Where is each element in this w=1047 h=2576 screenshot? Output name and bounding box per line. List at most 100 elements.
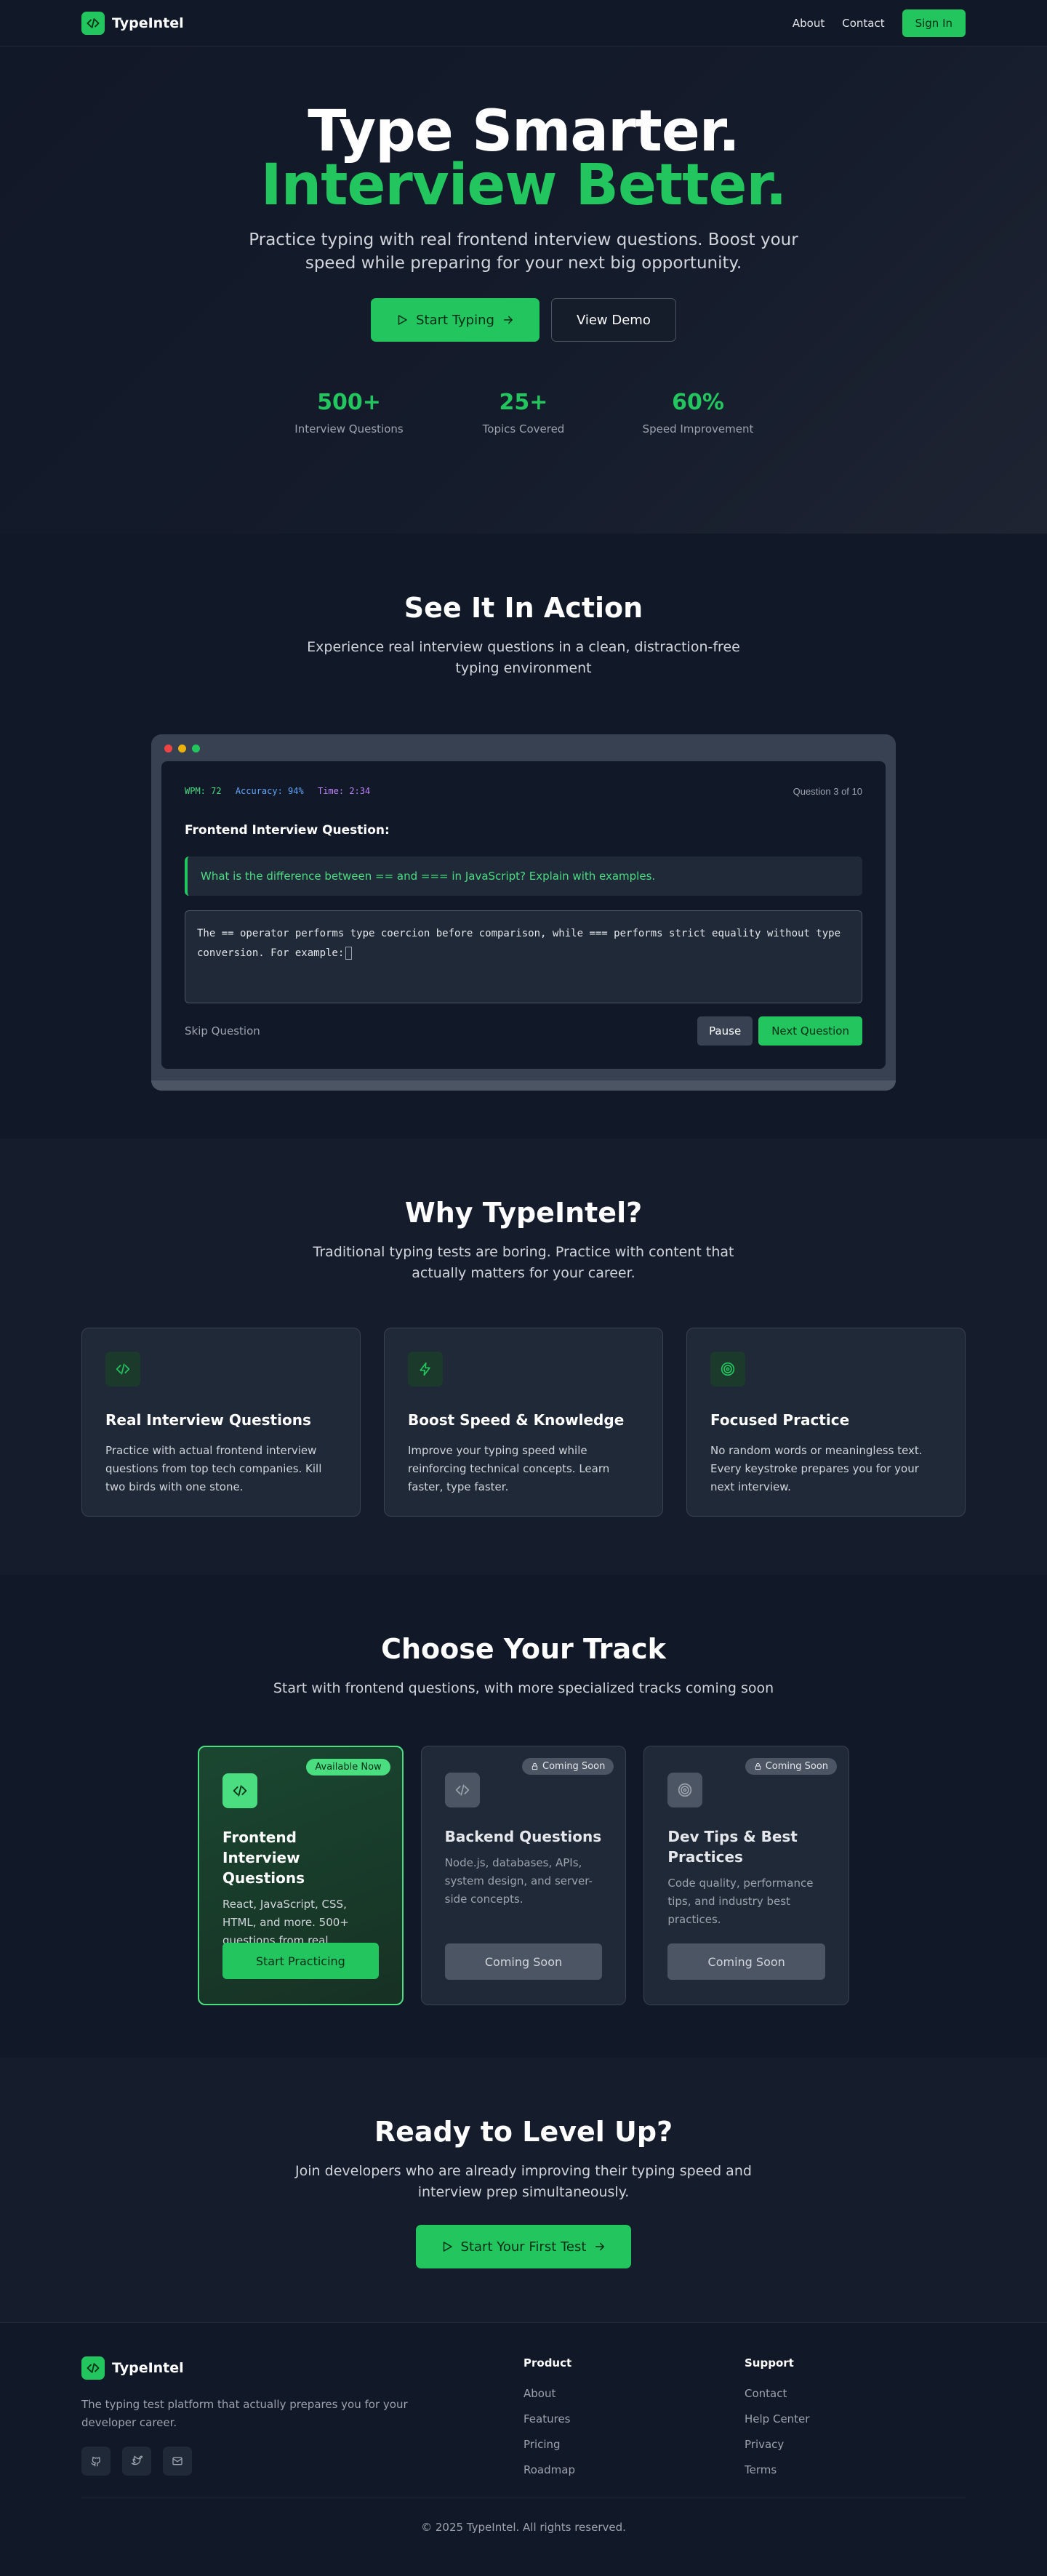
tracks-title: Choose Your Track [381,1633,666,1665]
code-icon [222,1773,257,1808]
coming-soon-badge: Coming Soon [522,1758,614,1775]
footer-link-privacy[interactable]: Privacy [745,2438,966,2451]
view-demo-button[interactable]: View Demo [550,298,676,342]
mail-icon[interactable] [163,2447,192,2476]
sign-in-button[interactable]: Sign In [902,9,966,37]
hero-actions: Start Typing View Demo [0,298,1047,342]
code-icon [105,1352,140,1387]
wpm-readout: WPM: 72 [185,786,222,796]
feature-card: Boost Speed & Knowledge Improve your typ… [384,1328,663,1517]
start-practicing-button[interactable]: Start Practicing [222,1943,379,1979]
feature-desc: No random words or meaningless text. Eve… [710,1444,923,1493]
time-readout: Time: 2:34 [317,786,371,796]
maximize-dot-icon [192,745,200,753]
stat-label: Speed Improvement [642,422,754,436]
footer-link-about[interactable]: About [524,2387,745,2400]
footer-link-help-center[interactable]: Help Center [745,2412,966,2425]
track-card-backend: Coming Soon Backend Questions Node.js, d… [420,1746,627,2005]
start-typing-button[interactable]: Start Typing [371,298,539,342]
cta-section: Ready to Level Up? Join developers who a… [0,2058,1047,2322]
target-icon [710,1352,745,1387]
footer-link-features[interactable]: Features [524,2412,745,2425]
lock-icon [755,1762,761,1770]
social-links [81,2447,524,2476]
footer-link-terms[interactable]: Terms [745,2463,966,2476]
code-icon [81,2356,105,2380]
track-desc: Node.js, databases, APIs, system design,… [444,1856,593,1906]
track-title: Backend Questions [444,1828,602,1845]
play-icon [443,2242,452,2252]
track-card-frontend[interactable]: Available Now Frontend Interview Questio… [198,1746,404,2005]
pause-button[interactable]: Pause [697,1016,753,1046]
skip-question-link[interactable]: Skip Question [185,1024,260,1038]
why-section: Why TypeIntel? Traditional typing tests … [0,1139,1047,1575]
stat-value: 60% [672,390,724,415]
demo-section: See It In Action Experience real intervi… [0,534,1047,1139]
arrow-right-icon [503,316,513,324]
cta-subtitle: Join developers who are already improvin… [295,2163,752,2200]
feature-card: Real Interview Questions Practice with a… [81,1328,361,1517]
brand-logo-link[interactable]: TypeIntel [81,12,184,35]
feature-title: Real Interview Questions [105,1411,311,1429]
hero-title-line2: Interview Better. [260,153,787,218]
text-cursor [345,947,353,960]
feature-card: Focused Practice No random words or mean… [686,1328,966,1517]
stat-label: Interview Questions [294,422,404,436]
typing-stats-bar: WPM: 72 Accuracy: 94% Time: 2:34 Questio… [185,786,862,797]
nav-about-link[interactable]: About [793,17,825,30]
footer-link-pricing[interactable]: Pricing [524,2438,745,2451]
stat-label: Topics Covered [482,422,565,436]
feature-desc: Improve your typing speed while reinforc… [408,1444,610,1493]
available-badge: Available Now [306,1759,390,1775]
play-icon [398,315,407,325]
track-title: Dev Tips & Best Practices [667,1828,798,1866]
feature-cards: Real Interview Questions Practice with a… [81,1328,966,1517]
lock-icon [531,1762,538,1770]
stat-value: 25+ [499,390,548,415]
footer-link-roadmap[interactable]: Roadmap [524,2463,745,2476]
tracks-section: Choose Your Track Start with frontend qu… [0,1575,1047,2058]
demo-subtitle: Experience real interview questions in a… [307,639,740,676]
copyright: © 2025 TypeIntel. All rights reserved. [81,2497,966,2534]
feature-title: Boost Speed & Knowledge [408,1411,625,1429]
accuracy-readout: Accuracy: 94% [235,786,304,796]
track-desc: Code quality, performance tips, and indu… [667,1877,814,1926]
brand-name: TypeIntel [112,15,184,31]
coming-soon-badge: Coming Soon [745,1758,838,1775]
footer-logo[interactable]: TypeIntel [81,2356,524,2380]
footer-link-contact[interactable]: Contact [745,2387,966,2400]
start-typing-label: Start Typing [416,312,494,328]
twitter-icon[interactable] [122,2447,151,2476]
hero-section: Type Smarter. Interview Better. Practice… [0,47,1047,534]
hero-subtitle: Practice typing with real frontend inter… [249,230,798,273]
footer-brand: TypeIntel The typing test platform that … [81,2356,524,2476]
github-icon[interactable] [81,2447,111,2476]
top-nav: TypeIntel About Contact Sign In [0,0,1047,47]
demo-title: See It In Action [404,592,643,624]
arrow-right-icon [595,2242,605,2251]
demo-screen: WPM: 72 Accuracy: 94% Time: 2:34 Questio… [161,761,886,1069]
question-progress: Question 3 of 10 [793,786,862,797]
close-dot-icon [164,745,172,753]
nav-links: About Contact Sign In [793,9,966,37]
minimize-dot-icon [178,745,186,753]
hero-stats: 500+ Interview Questions 25+ Topics Cove… [0,390,1047,436]
track-title: Frontend Interview Questions [222,1829,305,1887]
demo-actions: Skip Question Pause Next Question [185,1016,862,1046]
code-icon [81,12,105,35]
stat-item: 500+ Interview Questions [294,390,403,436]
start-first-test-button[interactable]: Start Your First Test [415,2225,632,2268]
footer-brand-name: TypeIntel [112,2360,184,2376]
footer: TypeIntel The typing test platform that … [0,2322,1047,2575]
typing-area[interactable]: The == operator performs type coercion b… [185,910,862,1003]
feature-title: Focused Practice [710,1411,850,1429]
footer-column-title: Product [524,2356,572,2370]
cta-title: Ready to Level Up? [374,2116,673,2148]
question-heading: Frontend Interview Question: [185,823,390,838]
next-question-button[interactable]: Next Question [758,1016,862,1046]
target-icon [667,1773,703,1807]
nav-contact-link[interactable]: Contact [842,17,884,30]
track-cards: Available Now Frontend Interview Questio… [198,1746,850,2005]
stat-value: 500+ [317,390,381,415]
hero-title: Type Smarter. Interview Better. [0,103,1047,218]
